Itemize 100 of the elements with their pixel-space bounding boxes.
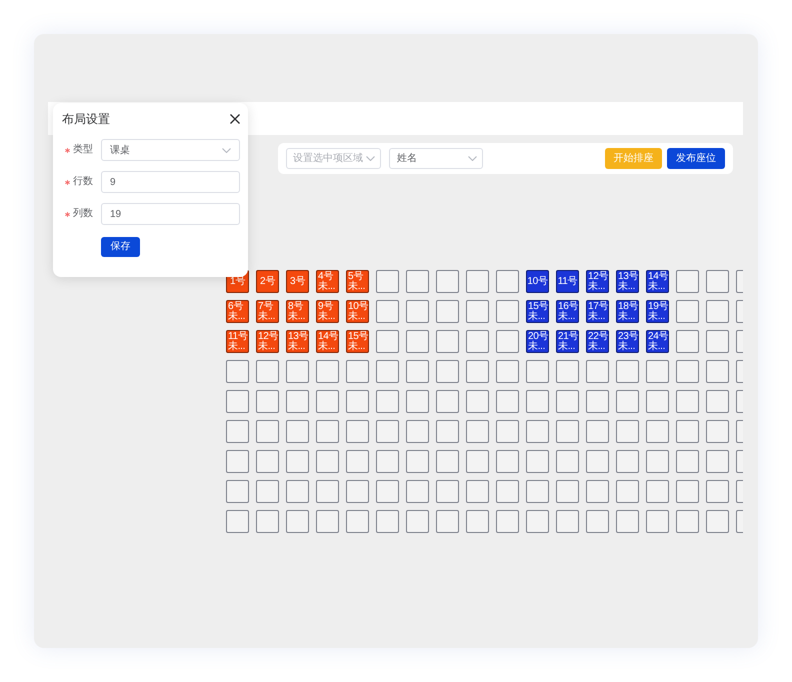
empty-seat[interactable] bbox=[646, 450, 669, 473]
empty-seat[interactable] bbox=[556, 480, 579, 503]
seat-tile[interactable]: 7号 未... bbox=[256, 300, 279, 323]
empty-seat[interactable] bbox=[526, 360, 549, 383]
empty-seat[interactable] bbox=[406, 420, 429, 443]
seat-tile[interactable]: 14号 未... bbox=[646, 270, 669, 293]
empty-seat[interactable] bbox=[466, 390, 489, 413]
publish-seats-button[interactable]: 发布座位 bbox=[667, 148, 725, 169]
empty-seat[interactable] bbox=[706, 390, 729, 413]
empty-seat[interactable] bbox=[616, 480, 639, 503]
seat-tile[interactable]: 13号 未... bbox=[286, 330, 309, 353]
empty-seat[interactable] bbox=[496, 510, 519, 533]
empty-seat[interactable] bbox=[316, 390, 339, 413]
empty-seat[interactable] bbox=[646, 360, 669, 383]
seat-tile[interactable]: 14号 未... bbox=[316, 330, 339, 353]
empty-seat[interactable] bbox=[436, 450, 459, 473]
seat-tile[interactable]: 3号 bbox=[286, 270, 309, 293]
seat-tile[interactable]: 10号 未... bbox=[346, 300, 369, 323]
empty-seat[interactable] bbox=[466, 330, 489, 353]
empty-seat[interactable] bbox=[706, 450, 729, 473]
empty-seat[interactable] bbox=[316, 450, 339, 473]
empty-seat[interactable] bbox=[406, 510, 429, 533]
empty-seat[interactable] bbox=[256, 450, 279, 473]
empty-seat[interactable] bbox=[436, 480, 459, 503]
empty-seat[interactable] bbox=[496, 270, 519, 293]
empty-seat[interactable] bbox=[376, 330, 399, 353]
empty-seat[interactable] bbox=[226, 480, 249, 503]
empty-seat[interactable] bbox=[286, 450, 309, 473]
empty-seat[interactable] bbox=[526, 450, 549, 473]
empty-seat[interactable] bbox=[466, 300, 489, 323]
empty-seat[interactable] bbox=[436, 360, 459, 383]
empty-seat[interactable] bbox=[496, 390, 519, 413]
empty-seat[interactable] bbox=[286, 360, 309, 383]
empty-seat[interactable] bbox=[646, 420, 669, 443]
empty-seat[interactable] bbox=[256, 480, 279, 503]
empty-seat[interactable] bbox=[286, 390, 309, 413]
empty-seat[interactable] bbox=[496, 300, 519, 323]
empty-seat[interactable] bbox=[646, 480, 669, 503]
empty-seat[interactable] bbox=[316, 480, 339, 503]
seat-tile[interactable]: 18号 未... bbox=[616, 300, 639, 323]
seat-tile[interactable]: 12号 未... bbox=[586, 270, 609, 293]
empty-seat[interactable] bbox=[616, 450, 639, 473]
empty-seat[interactable] bbox=[706, 300, 729, 323]
empty-seat[interactable] bbox=[226, 510, 249, 533]
field-select[interactable]: 姓名 bbox=[389, 148, 483, 169]
empty-seat[interactable] bbox=[436, 330, 459, 353]
empty-seat[interactable] bbox=[586, 510, 609, 533]
empty-seat[interactable] bbox=[346, 480, 369, 503]
empty-seat[interactable] bbox=[556, 450, 579, 473]
empty-seat[interactable] bbox=[226, 390, 249, 413]
empty-seat[interactable] bbox=[526, 420, 549, 443]
empty-seat[interactable] bbox=[676, 450, 699, 473]
empty-seat[interactable] bbox=[616, 390, 639, 413]
empty-seat[interactable] bbox=[556, 360, 579, 383]
empty-seat[interactable] bbox=[496, 330, 519, 353]
empty-seat[interactable] bbox=[466, 270, 489, 293]
empty-seat[interactable] bbox=[406, 450, 429, 473]
save-button[interactable]: 保存 bbox=[101, 237, 140, 257]
empty-seat[interactable] bbox=[676, 270, 699, 293]
empty-seat[interactable] bbox=[706, 420, 729, 443]
empty-seat[interactable] bbox=[376, 480, 399, 503]
empty-seat[interactable] bbox=[586, 390, 609, 413]
seat-tile[interactable]: 10号 bbox=[526, 270, 549, 293]
empty-seat[interactable] bbox=[586, 360, 609, 383]
close-icon[interactable] bbox=[230, 114, 240, 124]
empty-seat[interactable] bbox=[286, 420, 309, 443]
empty-seat[interactable] bbox=[376, 420, 399, 443]
empty-seat[interactable] bbox=[286, 480, 309, 503]
empty-seat[interactable] bbox=[376, 300, 399, 323]
empty-seat[interactable] bbox=[256, 420, 279, 443]
empty-seat[interactable] bbox=[316, 420, 339, 443]
seat-tile[interactable]: 13号 未... bbox=[616, 270, 639, 293]
empty-seat[interactable] bbox=[256, 360, 279, 383]
empty-seat[interactable] bbox=[676, 360, 699, 383]
empty-seat[interactable] bbox=[436, 510, 459, 533]
empty-seat[interactable] bbox=[556, 390, 579, 413]
empty-seat[interactable] bbox=[556, 420, 579, 443]
seat-tile[interactable]: 17号 未... bbox=[586, 300, 609, 323]
empty-seat[interactable] bbox=[406, 270, 429, 293]
empty-seat[interactable] bbox=[256, 510, 279, 533]
seat-tile[interactable]: 16号 未... bbox=[556, 300, 579, 323]
seat-tile[interactable]: 12号 未... bbox=[256, 330, 279, 353]
empty-seat[interactable] bbox=[706, 480, 729, 503]
empty-seat[interactable] bbox=[376, 360, 399, 383]
empty-seat[interactable] bbox=[676, 330, 699, 353]
empty-seat[interactable] bbox=[436, 300, 459, 323]
empty-seat[interactable] bbox=[586, 480, 609, 503]
number-input[interactable]: 19 bbox=[101, 203, 240, 225]
empty-seat[interactable] bbox=[346, 450, 369, 473]
empty-seat[interactable] bbox=[496, 450, 519, 473]
seat-tile[interactable]: 24号 未... bbox=[646, 330, 669, 353]
empty-seat[interactable] bbox=[346, 360, 369, 383]
empty-seat[interactable] bbox=[496, 360, 519, 383]
empty-seat[interactable] bbox=[676, 480, 699, 503]
empty-seat[interactable] bbox=[646, 510, 669, 533]
empty-seat[interactable] bbox=[616, 420, 639, 443]
empty-seat[interactable] bbox=[616, 510, 639, 533]
seat-tile[interactable]: 20号 未... bbox=[526, 330, 549, 353]
empty-seat[interactable] bbox=[466, 420, 489, 443]
empty-seat[interactable] bbox=[706, 330, 729, 353]
